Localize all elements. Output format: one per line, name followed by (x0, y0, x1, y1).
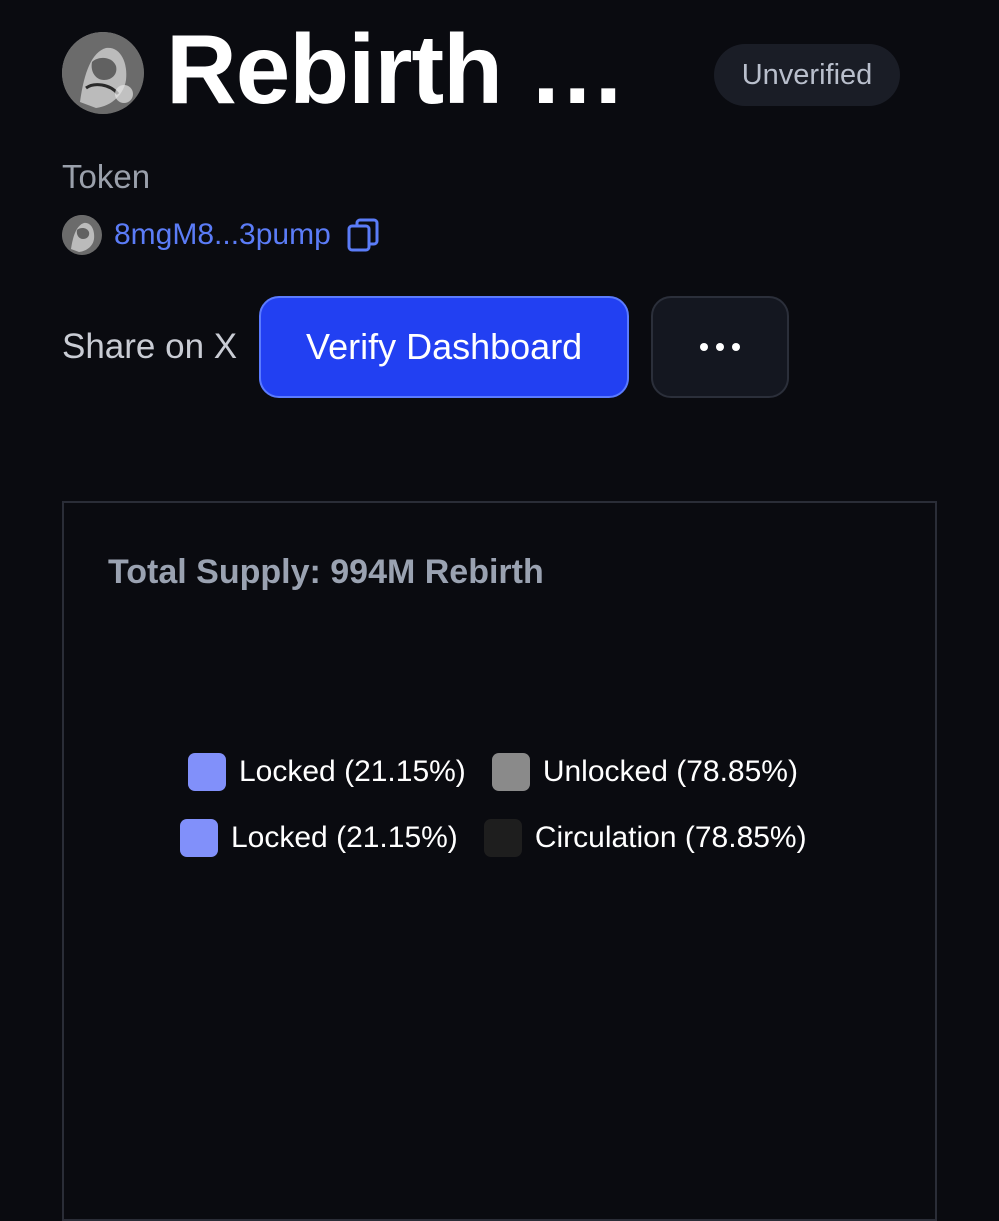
legend-label: Locked (21.15%) (231, 821, 458, 854)
more-options-button[interactable] (651, 296, 790, 398)
token-address-link[interactable]: 8mgM8...3pump (114, 218, 331, 252)
legend-item: Circulation (78.85%) (483, 819, 807, 857)
token-avatar-small (62, 215, 102, 255)
verify-dashboard-button[interactable]: Verify Dashboard (259, 296, 630, 398)
ellipsis-dot (716, 343, 725, 351)
copy-icon[interactable] (347, 218, 379, 252)
legend-label: Locked (21.15%) (239, 755, 466, 788)
legend-swatch (491, 753, 530, 791)
legend-swatch (180, 819, 218, 857)
share-on-x-link[interactable]: Share on X (62, 327, 237, 367)
token-avatar (62, 32, 144, 114)
ellipsis-dot (732, 343, 741, 351)
token-avatar-image-icon (62, 32, 144, 114)
legend-row-1: Locked (21.15%) Unlocked (78.85%) (188, 753, 798, 791)
legend-item: Unlocked (78.85%) (491, 753, 798, 791)
legend-label: Unlocked (78.85%) (542, 755, 798, 788)
ellipsis-icon (700, 343, 709, 351)
supply-card: Total Supply: 994M Rebirth Locked (21.15… (62, 501, 937, 1221)
legend-item: Locked (21.15%) (188, 753, 466, 791)
legend-swatch (188, 753, 226, 791)
legend-item: Locked (21.15%) (180, 819, 458, 857)
legend-label: Circulation (78.85%) (534, 821, 807, 854)
token-header: Rebirth … Unverified (62, 15, 942, 132)
verification-status-badge: Unverified (714, 44, 900, 106)
total-supply-title: Total Supply: 994M Rebirth (108, 553, 544, 591)
token-title: Rebirth … (166, 14, 626, 124)
token-address-row: 8mgM8...3pump (62, 214, 379, 256)
action-bar: Share on X Verify Dashboard (62, 296, 790, 398)
legend-swatch (483, 819, 522, 857)
legend-row-2: Locked (21.15%) Circulation (78.85%) (180, 819, 807, 857)
token-type-label: Token (62, 158, 151, 195)
token-avatar-small-icon (62, 215, 102, 255)
